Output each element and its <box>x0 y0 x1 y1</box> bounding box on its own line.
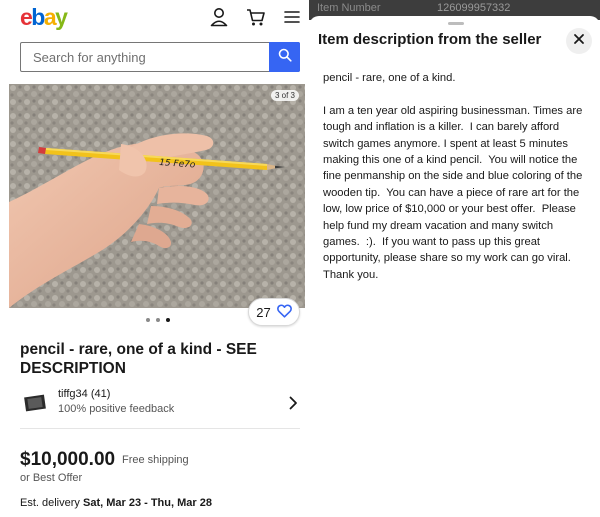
heart-icon <box>276 303 292 321</box>
item-number-value: 126099957332 <box>437 2 511 14</box>
estimated-delivery: Est. delivery Sat, Mar 23 - Thu, Mar 28 <box>20 497 212 509</box>
item-title: pencil - rare, one of a kind - SEE DESCR… <box>20 341 257 377</box>
logo-letter-e: e <box>20 4 33 30</box>
seller-description-text: pencil - rare, one of a kind. I am a ten… <box>323 72 583 281</box>
listing-photo[interactable]: 15 Fe7o 3 of 3 <box>9 84 305 308</box>
divider <box>20 428 300 429</box>
search-bar[interactable]: Search for anything <box>20 42 300 72</box>
seller-info-row[interactable]: tiffg34 (41) 100% positive feedback <box>20 386 305 422</box>
delivery-dates: Sat, Mar 23 - Thu, Mar 28 <box>82 497 212 509</box>
shipping-info: Free shipping <box>122 454 189 466</box>
photo-dot[interactable] <box>156 318 160 322</box>
photo-counter: 3 of 3 <box>270 90 299 101</box>
description-sheet: Item description from the seller pencil … <box>309 16 600 517</box>
watch-count: 27 <box>256 304 271 320</box>
logo-letter-b: b <box>31 4 45 30</box>
search-input[interactable]: Search for anything <box>33 50 146 65</box>
photo-dot[interactable] <box>146 318 150 322</box>
sheet-drag-handle[interactable] <box>448 22 464 25</box>
menu-icon[interactable] <box>281 6 303 28</box>
delivery-label: Est. delivery <box>20 497 80 509</box>
sheet-title: Item description from the seller <box>318 31 542 48</box>
hand-holding-pencil-image: 15 Fe7o <box>9 84 305 308</box>
listing-pane: ebay Search for anything 15 Fe7o 3 of 3 … <box>0 0 309 517</box>
cart-icon[interactable] <box>245 6 267 28</box>
close-icon <box>573 32 585 50</box>
search-button[interactable] <box>269 42 300 72</box>
search-icon <box>278 48 292 67</box>
close-button[interactable] <box>566 28 592 54</box>
item-price: $10,000.00 <box>20 449 116 470</box>
watch-button[interactable]: 27 <box>248 298 300 326</box>
ebay-logo[interactable]: ebay <box>20 3 68 31</box>
seller-feedback: 100% positive feedback <box>58 403 175 415</box>
best-offer-label: or Best Offer <box>20 472 83 484</box>
seller-avatar <box>23 393 47 413</box>
user-icon[interactable] <box>208 6 230 28</box>
chevron-right-icon[interactable] <box>287 395 299 411</box>
logo-letter-y: y <box>55 4 68 30</box>
logo-letter-a: a <box>43 4 57 30</box>
photo-pagination-dots[interactable] <box>146 318 170 322</box>
photo-dot-active[interactable] <box>166 318 170 322</box>
seller-name[interactable]: tiffg34 (41) <box>58 388 110 400</box>
item-number-label: Item Number <box>317 2 381 14</box>
description-pane: Item Number 126099957332 Item descriptio… <box>309 0 600 517</box>
